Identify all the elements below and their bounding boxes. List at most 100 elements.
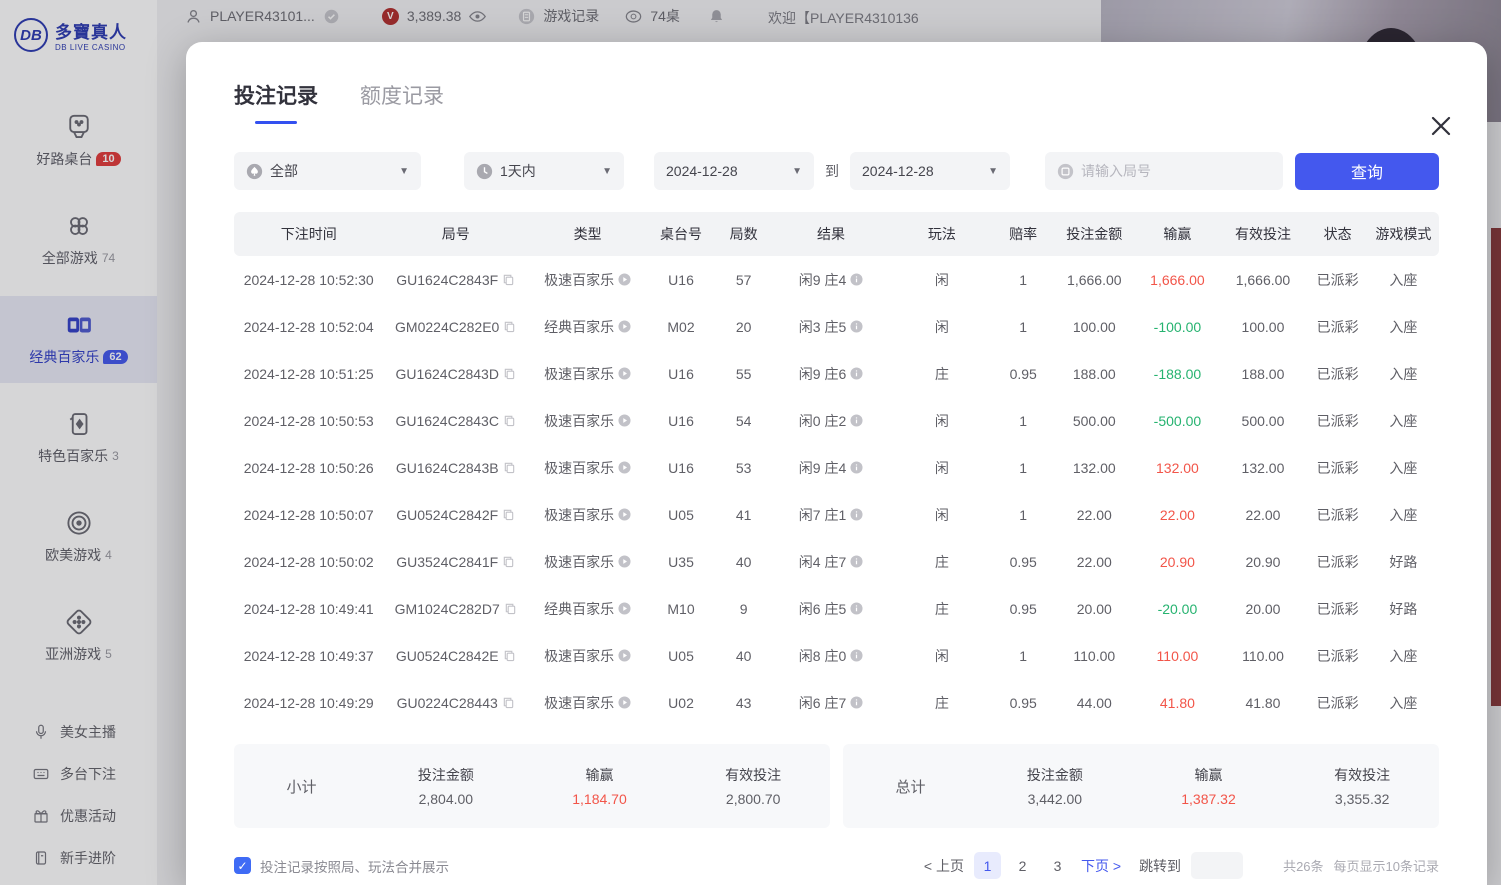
round-id: GU1624C2843D xyxy=(395,366,499,382)
game-type: 极速百家乐 xyxy=(544,364,614,384)
status: 已派彩 xyxy=(1317,505,1359,525)
info-icon[interactable] xyxy=(850,555,863,568)
play-type: 庄 xyxy=(935,599,949,619)
round-search-box xyxy=(1045,152,1283,190)
info-icon[interactable] xyxy=(850,461,863,474)
subtotal-label: 小计 xyxy=(234,776,369,797)
copy-icon[interactable] xyxy=(502,508,515,521)
round-id: GU3524C2841F xyxy=(396,554,498,570)
play-icon[interactable] xyxy=(618,273,631,286)
total-count: 共26条 xyxy=(1283,856,1323,875)
copy-icon[interactable] xyxy=(504,602,517,615)
game-type: 经典百家乐 xyxy=(544,599,614,619)
bet-time: 2024-12-28 10:52:30 xyxy=(244,272,374,288)
subtotal-box: 小计 投注金额2,804.00 输赢1,184.70 有效投注2,800.70 xyxy=(234,744,830,828)
column-header: 有效投注 xyxy=(1218,224,1307,244)
next-page-button[interactable]: 下页 > xyxy=(1081,856,1121,876)
play-icon[interactable] xyxy=(618,414,631,427)
play-icon[interactable] xyxy=(618,555,631,568)
table-row-8: 2024-12-28 10:49:41GM1024C282D7经典百家乐M109… xyxy=(234,585,1439,632)
info-icon[interactable] xyxy=(850,508,863,521)
table-row-2: 2024-12-28 10:52:04GM0224C282E0经典百家乐M022… xyxy=(234,303,1439,350)
bet-amount: 20.00 xyxy=(1077,601,1112,617)
play-icon[interactable] xyxy=(618,461,631,474)
clock-icon xyxy=(476,163,493,180)
page-number-3[interactable]: 3 xyxy=(1044,852,1071,879)
win-loss: -20.00 xyxy=(1158,601,1198,617)
info-icon[interactable] xyxy=(850,273,863,286)
chevron-down-icon: ▼ xyxy=(988,166,998,177)
table-number: M10 xyxy=(667,601,694,617)
info-icon[interactable] xyxy=(850,367,863,380)
bet-amount: 110.00 xyxy=(1073,648,1115,664)
date-to-picker[interactable]: 2024-12-28 ▼ xyxy=(850,152,1010,190)
round-count: 20 xyxy=(736,319,752,335)
column-header: 局号 xyxy=(383,224,528,244)
info-icon[interactable] xyxy=(850,320,863,333)
play-icon[interactable] xyxy=(618,602,631,615)
copy-icon[interactable] xyxy=(503,414,516,427)
column-header: 输赢 xyxy=(1136,224,1218,244)
subtotal-bet-value: 2,804.00 xyxy=(369,791,523,807)
merge-checkbox[interactable]: ✓ xyxy=(234,857,251,874)
play-icon[interactable] xyxy=(618,696,631,709)
tab-bet-records[interactable]: 投注记录 xyxy=(234,80,318,120)
copy-icon[interactable] xyxy=(503,320,516,333)
odds: 1 xyxy=(1019,648,1027,664)
round-count: 43 xyxy=(736,695,752,711)
play-icon[interactable] xyxy=(618,320,631,333)
odds: 0.95 xyxy=(1010,366,1037,382)
odds: 0.95 xyxy=(1010,695,1037,711)
game-mode: 入座 xyxy=(1389,646,1417,666)
result: 闲3 庄5 xyxy=(799,317,846,337)
total-label: 总计 xyxy=(843,776,978,797)
page-number-2[interactable]: 2 xyxy=(1009,852,1036,879)
valid-bet: 100.00 xyxy=(1242,319,1285,335)
info-icon[interactable] xyxy=(850,414,863,427)
close-icon[interactable] xyxy=(1429,114,1453,138)
copy-icon[interactable] xyxy=(502,555,515,568)
search-button[interactable]: 查询 xyxy=(1295,153,1439,190)
play-icon[interactable] xyxy=(618,367,631,380)
jump-to-input[interactable] xyxy=(1191,852,1243,879)
info-icon[interactable] xyxy=(850,696,863,709)
table-row-9: 2024-12-28 10:49:37GU0524C2842E极速百家乐U054… xyxy=(234,632,1439,679)
summary-row: 小计 投注金额2,804.00 输赢1,184.70 有效投注2,800.70 … xyxy=(234,744,1439,828)
spade-icon xyxy=(246,163,263,180)
round-id: GU1624C2843B xyxy=(396,460,499,476)
jump-to-label: 跳转到 xyxy=(1139,856,1181,876)
date-from-picker[interactable]: 2024-12-28 ▼ xyxy=(654,152,814,190)
play-type: 闲 xyxy=(935,458,949,478)
result: 闲9 庄4 xyxy=(799,270,846,290)
round-count: 55 xyxy=(736,366,752,382)
tab-quota-records[interactable]: 额度记录 xyxy=(360,80,444,120)
table-row-10: 2024-12-28 10:49:29GU0224C28443极速百家乐U024… xyxy=(234,679,1439,726)
play-icon[interactable] xyxy=(618,649,631,662)
bet-time: 2024-12-28 10:50:02 xyxy=(244,554,374,570)
page-number-1[interactable]: 1 xyxy=(974,852,1001,879)
copy-icon[interactable] xyxy=(503,649,516,662)
round-number-icon xyxy=(1057,163,1074,180)
win-loss: 22.00 xyxy=(1160,507,1195,523)
table-row-5: 2024-12-28 10:50:26GU1624C2843B极速百家乐U165… xyxy=(234,444,1439,491)
game-mode: 好路 xyxy=(1389,552,1417,572)
play-icon[interactable] xyxy=(618,508,631,521)
copy-icon[interactable] xyxy=(503,367,516,380)
copy-icon[interactable] xyxy=(503,461,516,474)
game-type: 极速百家乐 xyxy=(544,270,614,290)
result: 闲4 庄7 xyxy=(799,552,846,572)
column-header: 玩法 xyxy=(889,224,994,244)
copy-icon[interactable] xyxy=(502,273,515,286)
info-icon[interactable] xyxy=(850,649,863,662)
subtotal-winloss-value: 1,184.70 xyxy=(523,791,677,807)
prev-page-button[interactable]: < 上页 xyxy=(924,856,964,876)
info-icon[interactable] xyxy=(850,602,863,615)
copy-icon[interactable] xyxy=(502,696,515,709)
round-number-input[interactable] xyxy=(1081,163,1231,179)
round-count: 54 xyxy=(736,413,752,429)
game-type-select[interactable]: 全部 ▼ xyxy=(234,152,421,190)
time-range-select[interactable]: 1天内 ▼ xyxy=(464,152,624,190)
bet-amount: 44.00 xyxy=(1077,695,1112,711)
table-row-6: 2024-12-28 10:50:07GU0524C2842F极速百家乐U054… xyxy=(234,491,1439,538)
bet-time: 2024-12-28 10:52:04 xyxy=(244,319,374,335)
